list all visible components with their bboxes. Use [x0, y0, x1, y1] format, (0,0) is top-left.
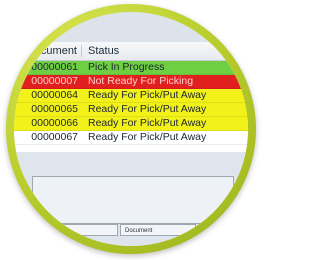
- stage: ocument Status 00000061 Pick In Progress…: [0, 0, 256, 260]
- document-number-cell: 00000066: [31, 117, 78, 129]
- status-cell: Ready For Pick/Put Away: [88, 117, 207, 129]
- table-row[interactable]: 00000007 Not Ready For Picking: [14, 75, 248, 89]
- table-row[interactable]: 00000067 Ready For Pick/Put Away: [14, 131, 248, 145]
- detail-panel: Docume Document: [14, 152, 248, 246]
- status-cell: Ready For Pick/Put Away: [88, 103, 207, 115]
- tab-document-right[interactable]: Document: [120, 224, 196, 236]
- column-header-status[interactable]: Status: [82, 45, 119, 57]
- table-row[interactable]: 00000066 Ready For Pick/Put Away: [14, 117, 248, 131]
- status-cell: Pick In Progress: [88, 61, 165, 73]
- table-row[interactable]: 00000061 Pick In Progress: [14, 61, 248, 75]
- status-cell: Ready For Pick/Put Away: [88, 131, 207, 143]
- table-header: ocument Status: [14, 42, 248, 61]
- document-tab-bar: Docume Document: [38, 224, 228, 236]
- document-number-cell: 00000064: [31, 89, 78, 101]
- document-number-cell: 00000007: [31, 75, 78, 87]
- document-number-cell: 00000065: [31, 103, 78, 115]
- document-number-cell: 00000061: [31, 61, 78, 73]
- app-window: ocument Status 00000061 Pick In Progress…: [14, 12, 248, 246]
- tab-document-left[interactable]: Docume: [38, 224, 118, 236]
- magnifier-lens: ocument Status 00000061 Pick In Progress…: [14, 12, 248, 246]
- status-cell: Ready For Pick/Put Away: [88, 89, 207, 101]
- document-number-cell: 00000067: [31, 131, 78, 143]
- status-cell: Not Ready For Picking: [88, 75, 194, 87]
- column-header-document[interactable]: ocument: [14, 45, 82, 57]
- table-row[interactable]: 00000064 Ready For Pick/Put Away: [14, 89, 248, 103]
- detail-pane: [32, 176, 234, 224]
- table-row[interactable]: 00000065 Ready For Pick/Put Away: [14, 103, 248, 117]
